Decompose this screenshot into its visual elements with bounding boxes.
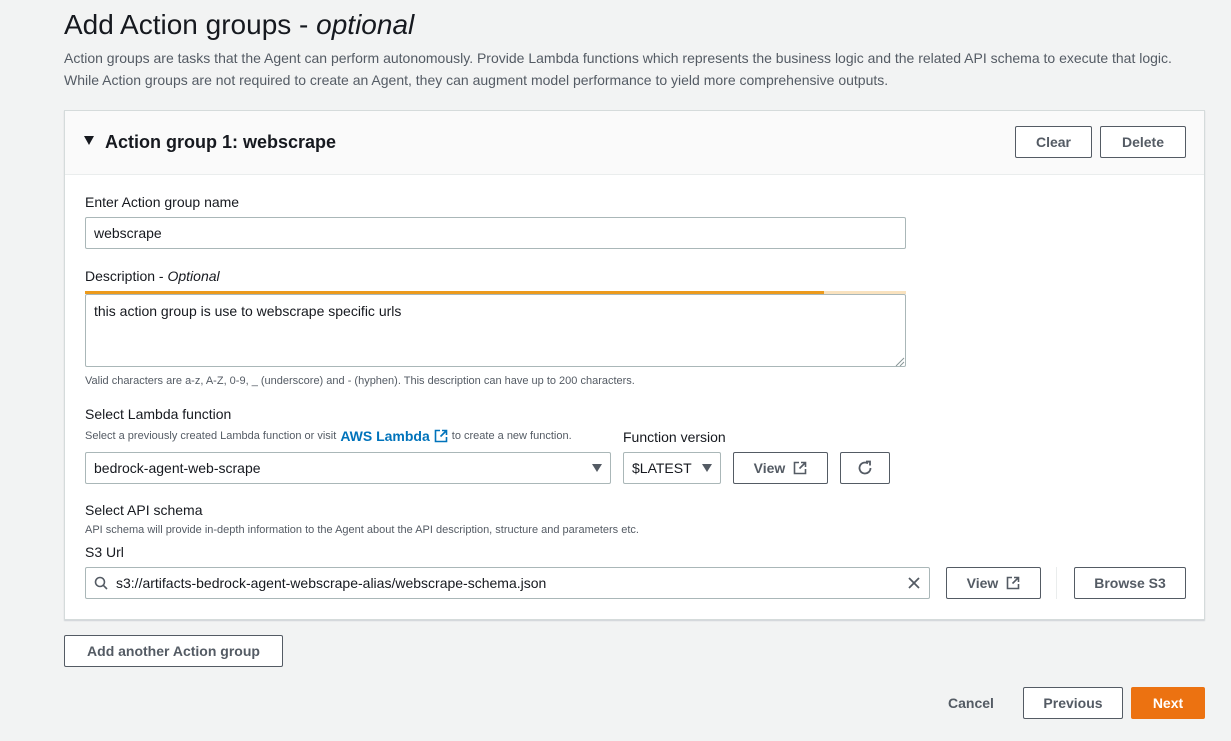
lambda-hint-before: Select a previously created Lambda funct… xyxy=(85,430,337,442)
lambda-function-value: bedrock-agent-web-scrape xyxy=(94,460,261,476)
lambda-function-select[interactable]: bedrock-agent-web-scrape xyxy=(85,452,611,484)
function-version-select[interactable]: $LATEST xyxy=(623,452,721,484)
chevron-down-icon xyxy=(702,464,712,472)
external-link-icon xyxy=(434,429,448,443)
description-optional-text: Optional xyxy=(167,268,220,284)
aws-lambda-link[interactable]: AWS Lambda xyxy=(340,428,448,444)
refresh-button[interactable] xyxy=(840,452,890,484)
next-button[interactable]: Next xyxy=(1131,687,1205,719)
action-group-name-label: Enter Action group name xyxy=(85,194,240,210)
function-version-value: $LATEST xyxy=(632,460,692,476)
s3-view-button[interactable]: View xyxy=(946,567,1041,599)
add-another-action-group-button[interactable]: Add another Action group xyxy=(64,635,283,667)
aws-lambda-link-text[interactable]: AWS Lambda xyxy=(340,428,429,444)
search-icon xyxy=(94,576,108,590)
description-field: this action group is use to webscrape sp… xyxy=(85,291,906,368)
delete-button[interactable]: Delete xyxy=(1100,126,1186,158)
previous-button[interactable]: Previous xyxy=(1023,687,1123,719)
action-group-title: Action group 1: webscrape xyxy=(105,132,337,152)
external-link-icon xyxy=(1007,576,1020,590)
action-group-panel: Action group 1: webscrape Clear Delete E… xyxy=(64,110,1205,620)
function-version-label: Function version xyxy=(623,429,726,445)
action-group-name-input[interactable]: webscrape xyxy=(85,217,906,249)
cancel-button[interactable]: Cancel xyxy=(936,687,1006,719)
lambda-view-label: View xyxy=(753,460,786,476)
refresh-icon xyxy=(858,460,872,475)
description-label: Description - Optional xyxy=(85,266,220,286)
description-label-text: Description - xyxy=(85,268,164,284)
chevron-down-icon xyxy=(592,464,602,472)
page-description-line2: While Action groups are not required to … xyxy=(64,72,889,88)
api-schema-label: Select API schema xyxy=(85,502,203,518)
lambda-view-button[interactable]: View xyxy=(733,452,828,484)
clear-button[interactable]: Clear xyxy=(1015,126,1092,158)
page-description: Action groups are tasks that the Agent c… xyxy=(64,47,1214,91)
browse-s3-button[interactable]: Browse S3 xyxy=(1074,567,1186,599)
button-divider xyxy=(1056,567,1057,599)
external-link-icon xyxy=(794,461,807,475)
api-schema-hint: API schema will provide in-depth informa… xyxy=(85,524,639,536)
lambda-label: Select Lambda function xyxy=(85,406,232,422)
page-title: Add Action groups - optional xyxy=(64,6,414,44)
caret-down-icon[interactable] xyxy=(84,136,94,145)
description-textarea[interactable]: this action group is use to webscrape sp… xyxy=(85,294,906,367)
clear-icon[interactable] xyxy=(907,576,921,590)
page-title-optional: optional xyxy=(316,9,415,40)
s3-url-input[interactable]: s3://artifacts-bedrock-agent-webscrape-a… xyxy=(85,567,930,599)
page-title-text: Add Action groups - xyxy=(64,9,309,40)
s3-view-label: View xyxy=(966,575,999,591)
action-group-header[interactable]: Action group 1: webscrape Clear Delete xyxy=(65,111,1204,175)
lambda-hint: Select a previously created Lambda funct… xyxy=(85,428,572,444)
s3-url-label: S3 Url xyxy=(85,544,124,560)
description-hint: Valid characters are a-z, A-Z, 0-9, _ (u… xyxy=(85,375,635,387)
page-description-line1: Action groups are tasks that the Agent c… xyxy=(64,50,1172,66)
s3-url-value: s3://artifacts-bedrock-agent-webscrape-a… xyxy=(116,575,547,591)
lambda-hint-after: to create a new function. xyxy=(451,430,572,442)
resize-grip-icon[interactable] xyxy=(895,357,905,367)
